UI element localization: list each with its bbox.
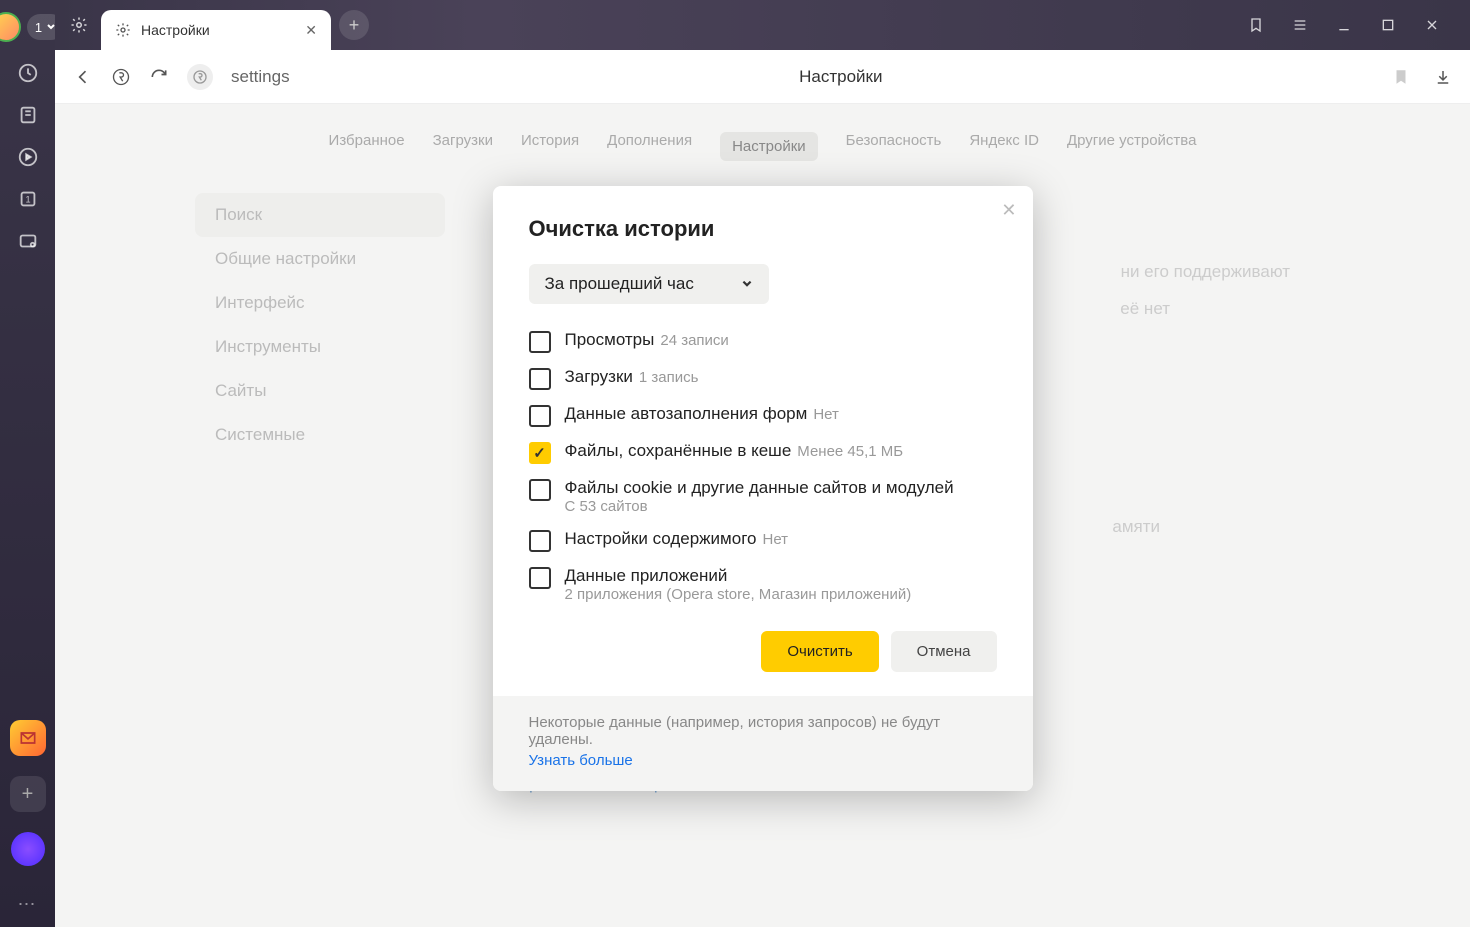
checkbox-6[interactable] <box>529 567 551 589</box>
checkbox-1[interactable] <box>529 368 551 390</box>
check-label: Файлы, сохранённые в кеше <box>565 441 792 461</box>
reload-button[interactable] <box>149 67 169 87</box>
clear-options-list: Просмотры 24 записи Загрузки 1 запись Данные… <box>529 330 997 603</box>
bookmark-icon[interactable] <box>1392 68 1410 86</box>
footer-text: Некоторые данные (например, история запр… <box>529 714 941 748</box>
dialog-title: Очистка истории <box>529 216 997 242</box>
check-row-6: Данные приложений2 приложения (Opera sto… <box>529 566 997 603</box>
address-bar: settings Настройки <box>55 50 1470 104</box>
check-row-0: Просмотры 24 записи <box>529 330 997 353</box>
checkbox-2[interactable] <box>529 405 551 427</box>
svg-text:1: 1 <box>25 195 30 205</box>
check-row-3: Файлы, сохранённые в кеше Менее 45,1 МБ <box>529 441 997 464</box>
checkbox-3[interactable] <box>529 442 551 464</box>
check-sub: Менее 45,1 МБ <box>797 443 903 460</box>
dialog-footer: Некоторые данные (например, история запр… <box>493 696 1033 791</box>
check-sub: 1 запись <box>639 369 699 386</box>
modal-overlay: ✕ Очистка истории За прошедший час Просм… <box>55 104 1470 927</box>
yandex-icon[interactable] <box>111 67 131 87</box>
download-icon[interactable] <box>1434 68 1452 86</box>
check-label: Файлы cookie и другие данные сайтов и мо… <box>565 478 997 498</box>
titlebar: Настройки ✕ + <box>55 0 1470 50</box>
settings-page: ИзбранноеЗагрузкиИсторияДополненияНастро… <box>55 104 1470 927</box>
alice-assistant-button[interactable] <box>11 832 45 866</box>
browser-tab[interactable]: Настройки ✕ <box>101 10 331 50</box>
select-value: За прошедший час <box>545 274 694 294</box>
check-sub: С 53 сайтов <box>565 498 997 515</box>
mail-button[interactable] <box>10 720 46 756</box>
check-row-2: Данные автозаполнения форм Нет <box>529 404 997 427</box>
check-row-5: Настройки содержимого Нет <box>529 529 997 552</box>
menu-icon[interactable] <box>1292 17 1308 33</box>
check-label: Просмотры <box>565 330 655 350</box>
tab-title: Настройки <box>141 22 295 38</box>
clear-button[interactable]: Очистить <box>761 631 878 672</box>
clear-history-dialog: ✕ Очистка истории За прошедший час Просм… <box>493 186 1033 791</box>
page-title: Настройки <box>308 67 1374 87</box>
checkbox-4[interactable] <box>529 479 551 501</box>
tab-close-button[interactable]: ✕ <box>305 22 317 39</box>
check-label: Загрузки <box>565 367 633 387</box>
back-button[interactable] <box>73 67 93 87</box>
bookmark-outline-icon[interactable] <box>1248 17 1264 33</box>
check-row-4: Файлы cookie и другие данные сайтов и мо… <box>529 478 997 515</box>
close-window-icon[interactable] <box>1424 17 1440 33</box>
check-sub: 24 записи <box>660 332 728 349</box>
gear-icon <box>115 22 131 38</box>
learn-more-link[interactable]: Узнать больше <box>529 752 997 769</box>
check-label: Настройки содержимого <box>565 529 757 549</box>
check-label: Данные приложений <box>565 566 997 586</box>
cancel-button[interactable]: Отмена <box>891 631 997 672</box>
collections-icon[interactable] <box>17 104 39 126</box>
minimize-icon[interactable] <box>1336 17 1352 33</box>
maximize-icon[interactable] <box>1380 17 1396 33</box>
left-rail: 1 1 + ⋯ <box>0 0 55 927</box>
check-label: Данные автозаполнения форм <box>565 404 808 424</box>
new-tab-button[interactable]: + <box>339 10 369 40</box>
play-icon[interactable] <box>17 146 39 168</box>
address-text[interactable]: settings <box>231 67 290 87</box>
more-icon[interactable]: ⋯ <box>18 894 38 915</box>
checkbox-0[interactable] <box>529 331 551 353</box>
check-sub: 2 приложения (Opera store, Магазин прило… <box>565 586 997 603</box>
check-sub: Нет <box>813 406 839 423</box>
add-panel-button[interactable]: + <box>10 776 46 812</box>
checkbox-5[interactable] <box>529 530 551 552</box>
history-icon[interactable] <box>17 62 39 84</box>
time-range-select[interactable]: За прошедший час <box>529 264 769 304</box>
check-sub: Нет <box>762 531 788 548</box>
check-row-1: Загрузки 1 запись <box>529 367 997 390</box>
tabs-count-icon[interactable]: 1 <box>17 188 39 210</box>
dialog-close-button[interactable]: ✕ <box>1001 200 1016 221</box>
badge-count: 1 <box>35 20 42 35</box>
site-badge-icon[interactable] <box>187 64 213 90</box>
screenshot-icon[interactable] <box>17 230 39 252</box>
tab-settings-icon[interactable] <box>65 11 93 39</box>
profile-avatar[interactable] <box>0 12 21 42</box>
chevron-down-icon <box>741 278 753 290</box>
